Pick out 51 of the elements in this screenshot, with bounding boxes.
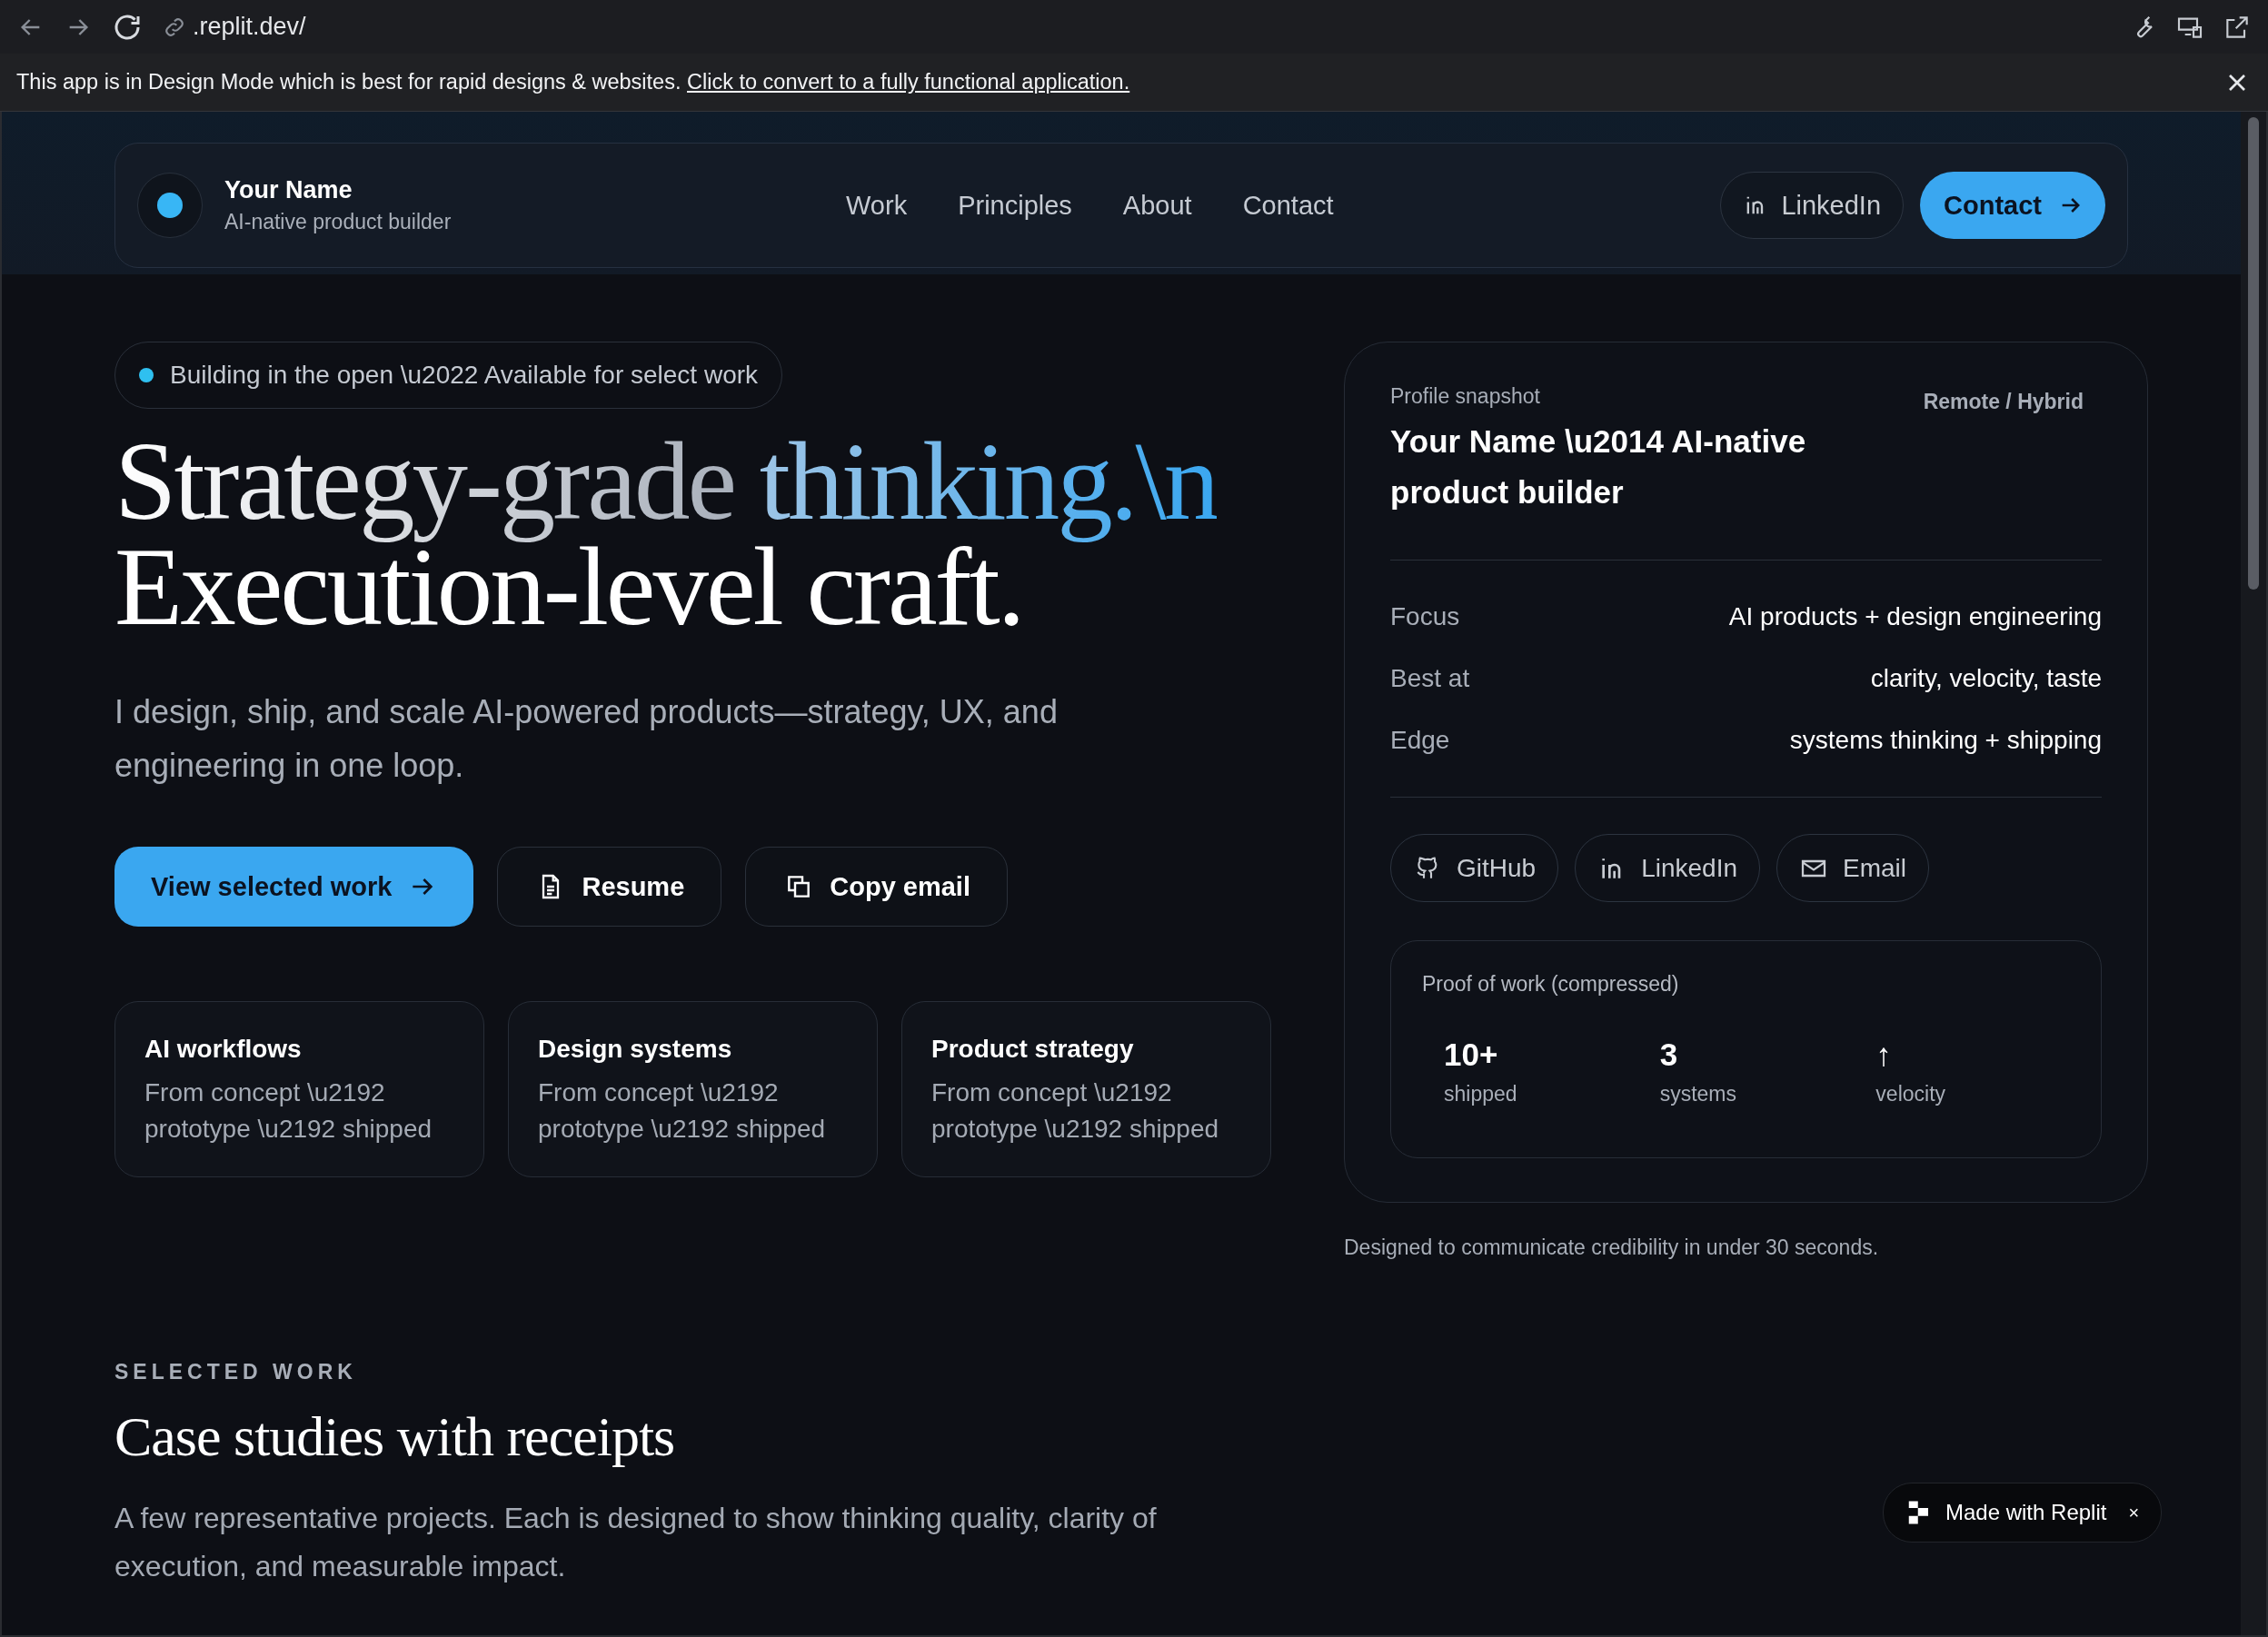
- linkedin-button[interactable]: LinkedIn: [1720, 172, 1905, 239]
- view-work-button[interactable]: View selected work: [114, 847, 474, 927]
- nav-link[interactable]: Work: [846, 190, 908, 221]
- feature-title: Design systems: [538, 1035, 733, 1064]
- feature-title: Product strategy: [931, 1035, 1135, 1064]
- made-with-text: Made with Replit: [1945, 1500, 2107, 1525]
- feature-text: From concept \u2192 prototype \u2192 shipped: [538, 1077, 827, 1145]
- resume-button[interactable]: Resume: [497, 847, 722, 927]
- proof-title: Proof of work (compressed): [1422, 972, 1680, 997]
- profile-title: Your Name \u2014 AI-native product builder: [1390, 422, 1807, 511]
- stat-value: 10+: [1444, 1037, 1499, 1073]
- banner-text: This app is in Design Mode which is best for rapid designs & websites. Click to convert to a fully functional application.: [16, 70, 1130, 94]
- row-value: clarity, velocity, taste: [1870, 664, 2102, 693]
- status-dot-icon: [139, 368, 154, 382]
- contact-button[interactable]: Contact: [1920, 172, 2105, 239]
- hero-intro: I design, ship, and scale AI-powered products—strategy, UX, and engineering in one loop.: [114, 692, 1059, 786]
- nav-link[interactable]: Contact: [1242, 190, 1334, 221]
- hero-headline: Strategy-grade thinking.\n Execution-level craft.: [114, 429, 1219, 640]
- copy-email-button[interactable]: Copy email: [745, 847, 1008, 927]
- row-label: Focus: [1390, 602, 1460, 631]
- caption-text: Designed to communicate credibility in under 30 seconds.: [1344, 1235, 1880, 1260]
- made-with-badge[interactable]: Made with Replit ×: [1883, 1483, 2163, 1543]
- stat-label: systems: [1659, 1082, 1737, 1106]
- github-link[interactable]: GitHub: [1390, 834, 1559, 902]
- stat-value: ↑: [1875, 1037, 1893, 1073]
- feature-title: AI workflows: [144, 1035, 303, 1064]
- location-tag: Remote / Hybrid: [1923, 384, 2102, 414]
- convert-link[interactable]: Click to convert to a fully functional application.: [687, 70, 1130, 94]
- feature-text: From concept \u2192 prototype \u2192 shipped: [144, 1077, 433, 1145]
- status-text: Building in the open \u2022 Available for select work: [170, 361, 759, 390]
- stat-label: shipped: [1444, 1082, 1518, 1106]
- nav-link[interactable]: Principles: [958, 190, 1072, 221]
- email-link[interactable]: Email: [1776, 834, 1930, 902]
- scrollbar[interactable]: [2241, 112, 2266, 1635]
- stat-value: 3: [1659, 1037, 1679, 1073]
- row-label: Edge: [1390, 726, 1450, 755]
- section-text: A few representative projects. Each is designed to show thinking quality, clarity of execution, and measurable impact.: [114, 1501, 1158, 1584]
- site-name[interactable]: Your Name: [224, 176, 452, 204]
- stat-label: velocity: [1875, 1082, 1947, 1106]
- section-title: Case studies with receipts: [114, 1404, 676, 1469]
- row-label: Best at: [1390, 664, 1470, 693]
- profile-label: Profile snapshot: [1390, 384, 1541, 409]
- nav-link[interactable]: About: [1122, 190, 1192, 221]
- linkedin-link[interactable]: LinkedIn: [1575, 834, 1761, 902]
- row-value: AI products + design engineering: [1728, 602, 2102, 631]
- row-value: systems thinking + shipping: [1789, 726, 2102, 755]
- section-eyebrow: SELECTED WORK: [114, 1360, 358, 1384]
- site-tagline: AI-native product builder: [224, 210, 452, 234]
- feature-text: From concept \u2192 prototype \u2192 shipped: [931, 1077, 1220, 1145]
- url-text[interactable]: .replit.dev/: [193, 13, 306, 41]
- badge-close[interactable]: ×: [2128, 1502, 2140, 1523]
